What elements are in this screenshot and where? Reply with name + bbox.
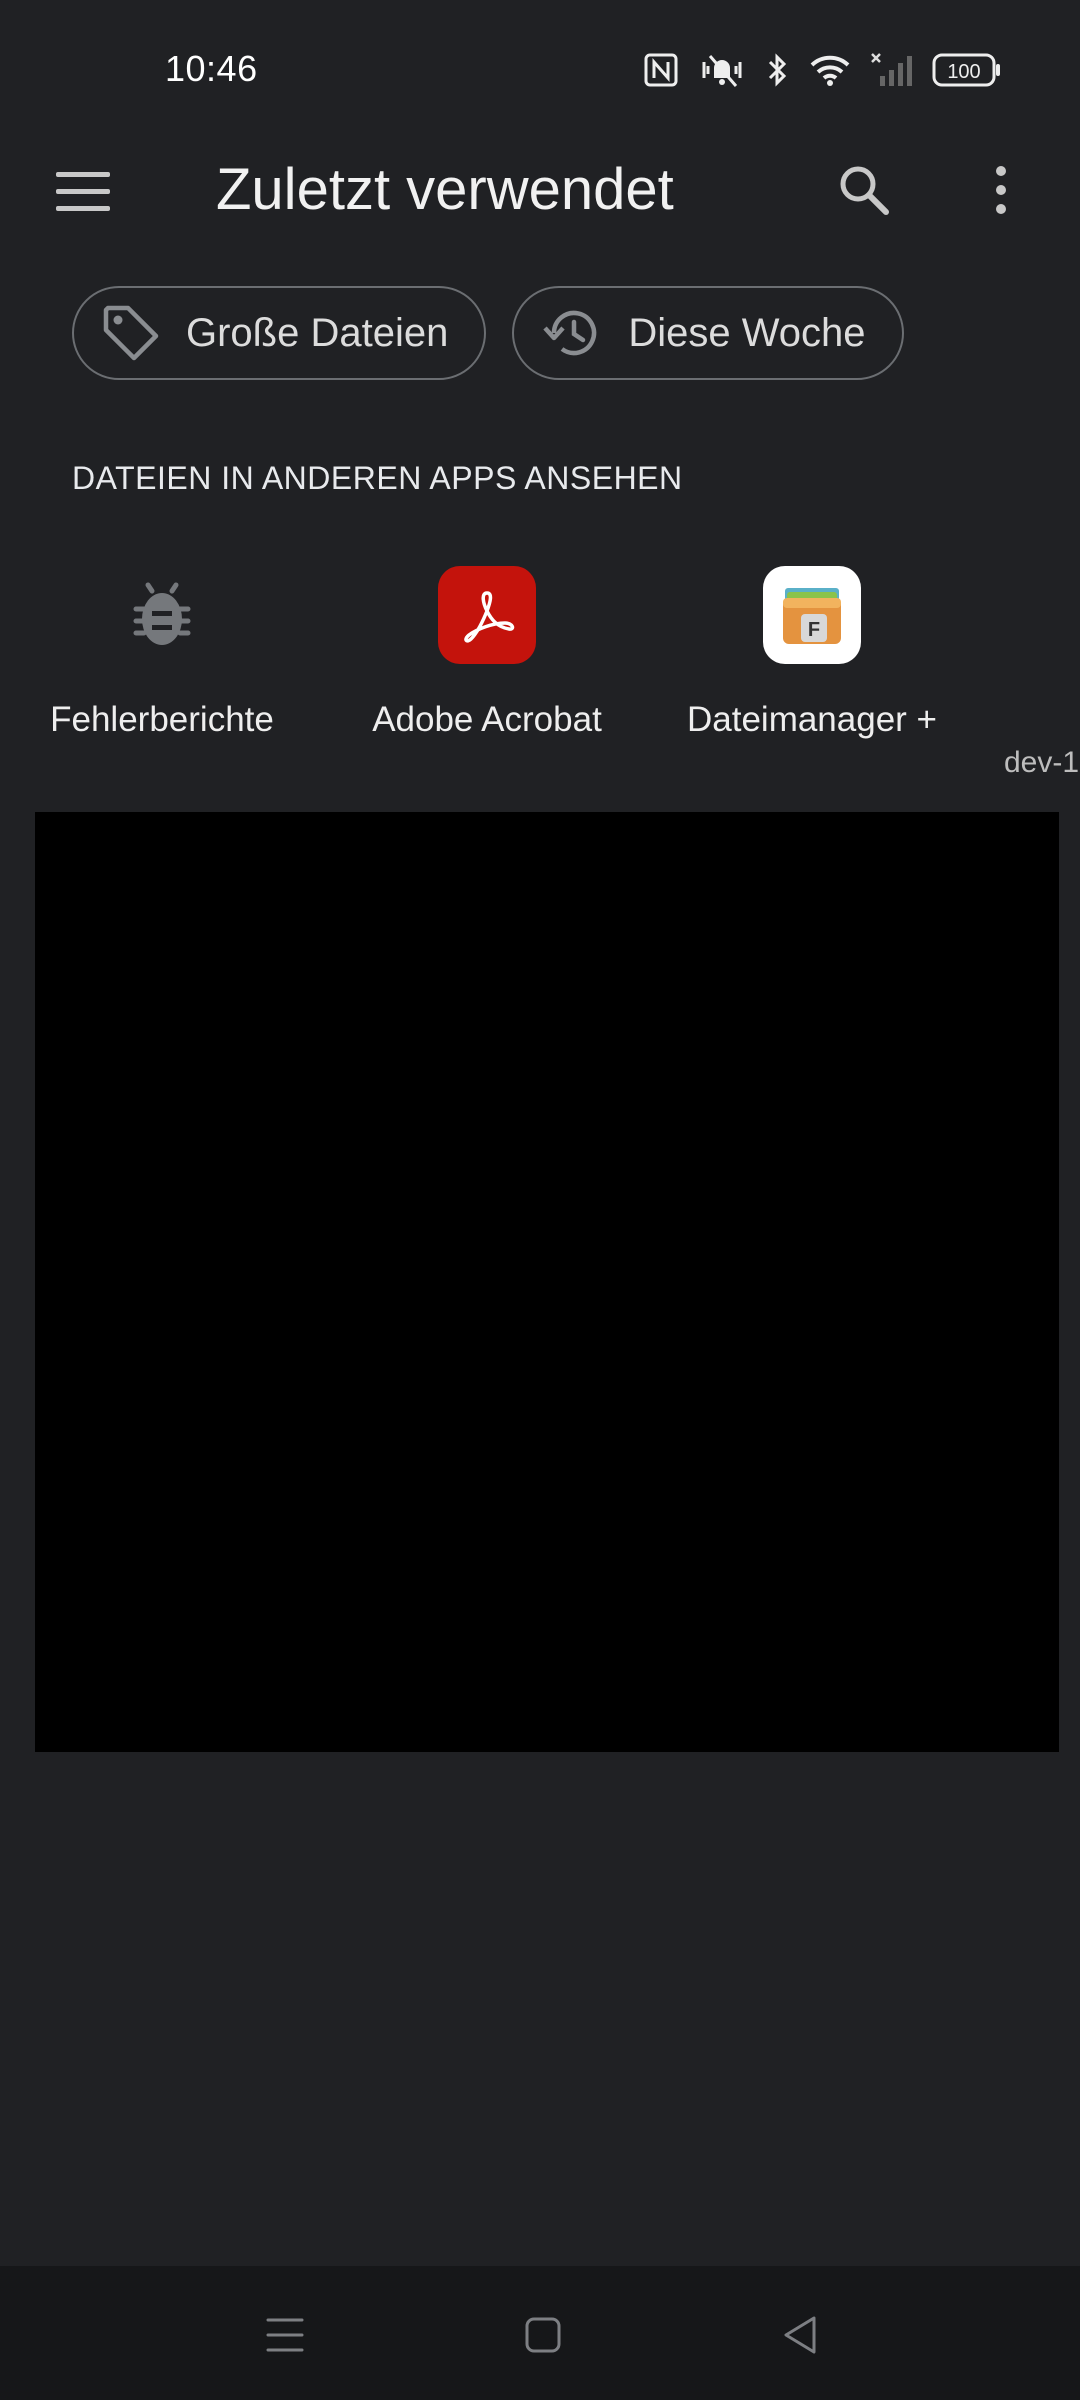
more-vert-icon [996,166,1006,214]
chip-large-files[interactable]: Große Dateien [72,286,487,380]
file-manager-icon: F [763,566,861,664]
app-bug-reports[interactable]: Fehlerberichte [12,566,312,740]
app-label: Adobe Acrobat [372,700,602,739]
menu-icon [56,172,110,211]
vibrate-mute-icon [698,52,746,88]
back-button[interactable] [776,2310,826,2360]
app-file-manager-plus[interactable]: F Dateimanager + [662,566,962,740]
app-adobe-acrobat[interactable]: Adobe Acrobat [337,566,637,740]
app-label-partial[interactable]: dev-1 [1004,746,1079,780]
recents-button[interactable] [260,2310,310,2360]
chip-label: Diese Woche [628,310,866,355]
svg-text:100: 100 [947,61,980,83]
search-icon [840,166,889,215]
home-icon [525,2317,561,2353]
app-bar: Zuletzt verwendet [0,140,1080,240]
wifi-icon [810,53,850,87]
tag-icon [103,305,159,361]
page-title: Zuletzt verwendet [216,157,674,222]
app-label: Dateimanager + [686,700,937,739]
content-panel [35,812,1059,1752]
app-label: Fehlerberichte [50,700,274,739]
back-icon [784,2316,816,2354]
bug-icon [113,566,211,664]
svg-text:F: F [808,619,820,641]
chip-label: Große Dateien [186,310,449,355]
history-icon [543,310,597,356]
menu-button[interactable] [52,164,116,218]
search-button[interactable] [834,160,894,220]
more-options-button[interactable] [986,160,1016,220]
status-icons: 100 [644,52,1002,88]
status-bar: 10:46 100 [0,0,1080,140]
bluetooth-icon [766,52,790,88]
navigation-bar [0,2266,1080,2400]
acrobat-icon [438,566,536,664]
chip-this-week[interactable]: Diese Woche [512,286,904,380]
filter-chips: Große Dateien Diese Woche [72,286,904,380]
section-header: DATEIEN IN ANDEREN APPS ANSEHEN [72,460,683,496]
status-time: 10:46 [165,48,258,89]
nfc-icon [644,53,678,87]
recents-icon [266,2318,304,2352]
home-button[interactable] [518,2310,568,2360]
battery-icon: 100 [932,53,1002,87]
other-apps-row: Fehlerberichte Adobe Acrobat F Dateimana… [0,566,1080,766]
signal-icon [870,52,912,88]
